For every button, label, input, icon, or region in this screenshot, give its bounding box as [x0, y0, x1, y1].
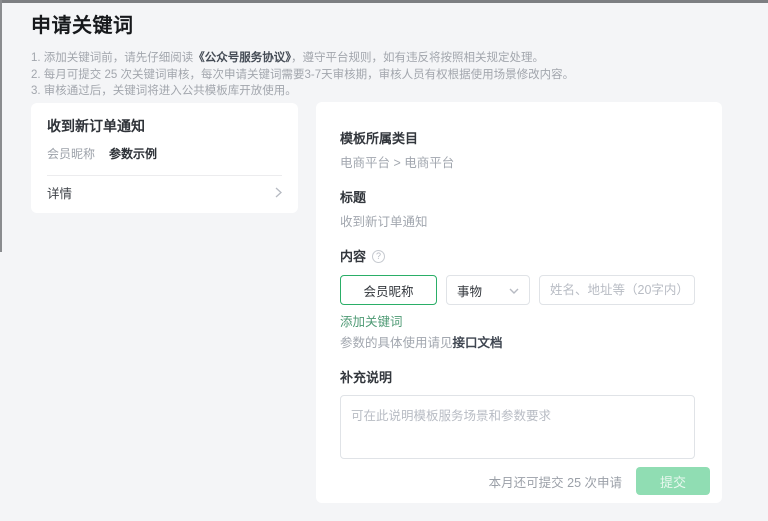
content-label: 内容 — [340, 249, 366, 264]
content-inputs-row: 事物 — [340, 275, 695, 305]
template-preview-card: 收到新订单通知 会员昵称 参数示例 详情 — [31, 103, 298, 213]
preview-detail-row[interactable]: 详情 — [47, 187, 282, 202]
page-title: 申请关键词 — [31, 9, 731, 38]
form-footer: 本月还可提交 25 次申请 提交 — [489, 467, 710, 495]
add-keyword-link[interactable]: 添加关键词 — [340, 315, 403, 329]
notice-list: 1. 添加关键词前，请先仔细阅读《公众号服务协议》，遵守平台规则，如有违反将按照… — [31, 50, 731, 100]
type-select[interactable]: 事物 — [446, 275, 530, 305]
notes-section: 补充说明 — [340, 370, 695, 464]
category-value: 电商平台 > 电商平台 — [340, 156, 695, 170]
example-input[interactable] — [539, 275, 695, 305]
notice-1-suffix: ，遵守平台规则，如有违反将按照相关规定处理。 — [291, 52, 544, 64]
preview-divider — [47, 175, 282, 176]
preview-title: 收到新订单通知 — [47, 118, 282, 134]
doc-hint-text: 参数的具体使用请见 — [340, 336, 453, 350]
submit-button[interactable]: 提交 — [636, 467, 710, 495]
help-icon[interactable]: ? — [372, 250, 385, 263]
param-label: 会员昵称 — [47, 147, 95, 161]
notes-textarea[interactable] — [340, 395, 695, 459]
quota-text: 本月还可提交 25 次申请 — [489, 472, 622, 491]
window-left-border — [0, 0, 2, 252]
title-label: 标题 — [340, 190, 695, 205]
notes-label: 补充说明 — [340, 370, 695, 385]
content-label-row: 内容 ? — [340, 249, 695, 264]
doc-hint-row: 参数的具体使用请见接口文档 — [340, 336, 695, 350]
keyword-input[interactable] — [340, 275, 437, 305]
title-section: 标题 收到新订单通知 — [340, 190, 695, 229]
category-section: 模板所属类目 电商平台 > 电商平台 — [340, 131, 695, 170]
notice-line-2: 2. 每月可提交 25 次关键词审核，每次申请关键词需要3-7天审核期，审核人员… — [31, 67, 731, 84]
api-doc-link[interactable]: 接口文档 — [453, 336, 503, 350]
notice-1-text: 1. 添加关键词前，请先仔细阅读 — [31, 52, 193, 64]
page-header: 申请关键词 1. 添加关键词前，请先仔细阅读《公众号服务协议》，遵守平台规则，如… — [31, 9, 731, 100]
service-agreement-link[interactable]: 《公众号服务协议》 — [193, 52, 291, 64]
keyword-application-form: 模板所属类目 电商平台 > 电商平台 标题 收到新订单通知 内容 ? 事物 添加… — [316, 102, 722, 503]
title-value: 收到新订单通知 — [340, 215, 695, 229]
type-select-value: 事物 — [457, 281, 482, 300]
notice-line-1: 1. 添加关键词前，请先仔细阅读《公众号服务协议》，遵守平台规则，如有违反将按照… — [31, 50, 731, 67]
chevron-down-icon — [509, 283, 519, 297]
param-value: 参数示例 — [109, 147, 157, 161]
window-top-border — [0, 0, 768, 3]
preview-param-row: 会员昵称 参数示例 — [47, 147, 282, 161]
notice-line-3: 3. 审核通过后，关键词将进入公共模板库开放使用。 — [31, 83, 731, 100]
category-label: 模板所属类目 — [340, 131, 695, 146]
content-section: 内容 ? 事物 添加关键词 参数的具体使用请见接口文档 — [340, 249, 695, 350]
chevron-right-icon — [275, 187, 282, 202]
detail-label: 详情 — [47, 187, 72, 202]
